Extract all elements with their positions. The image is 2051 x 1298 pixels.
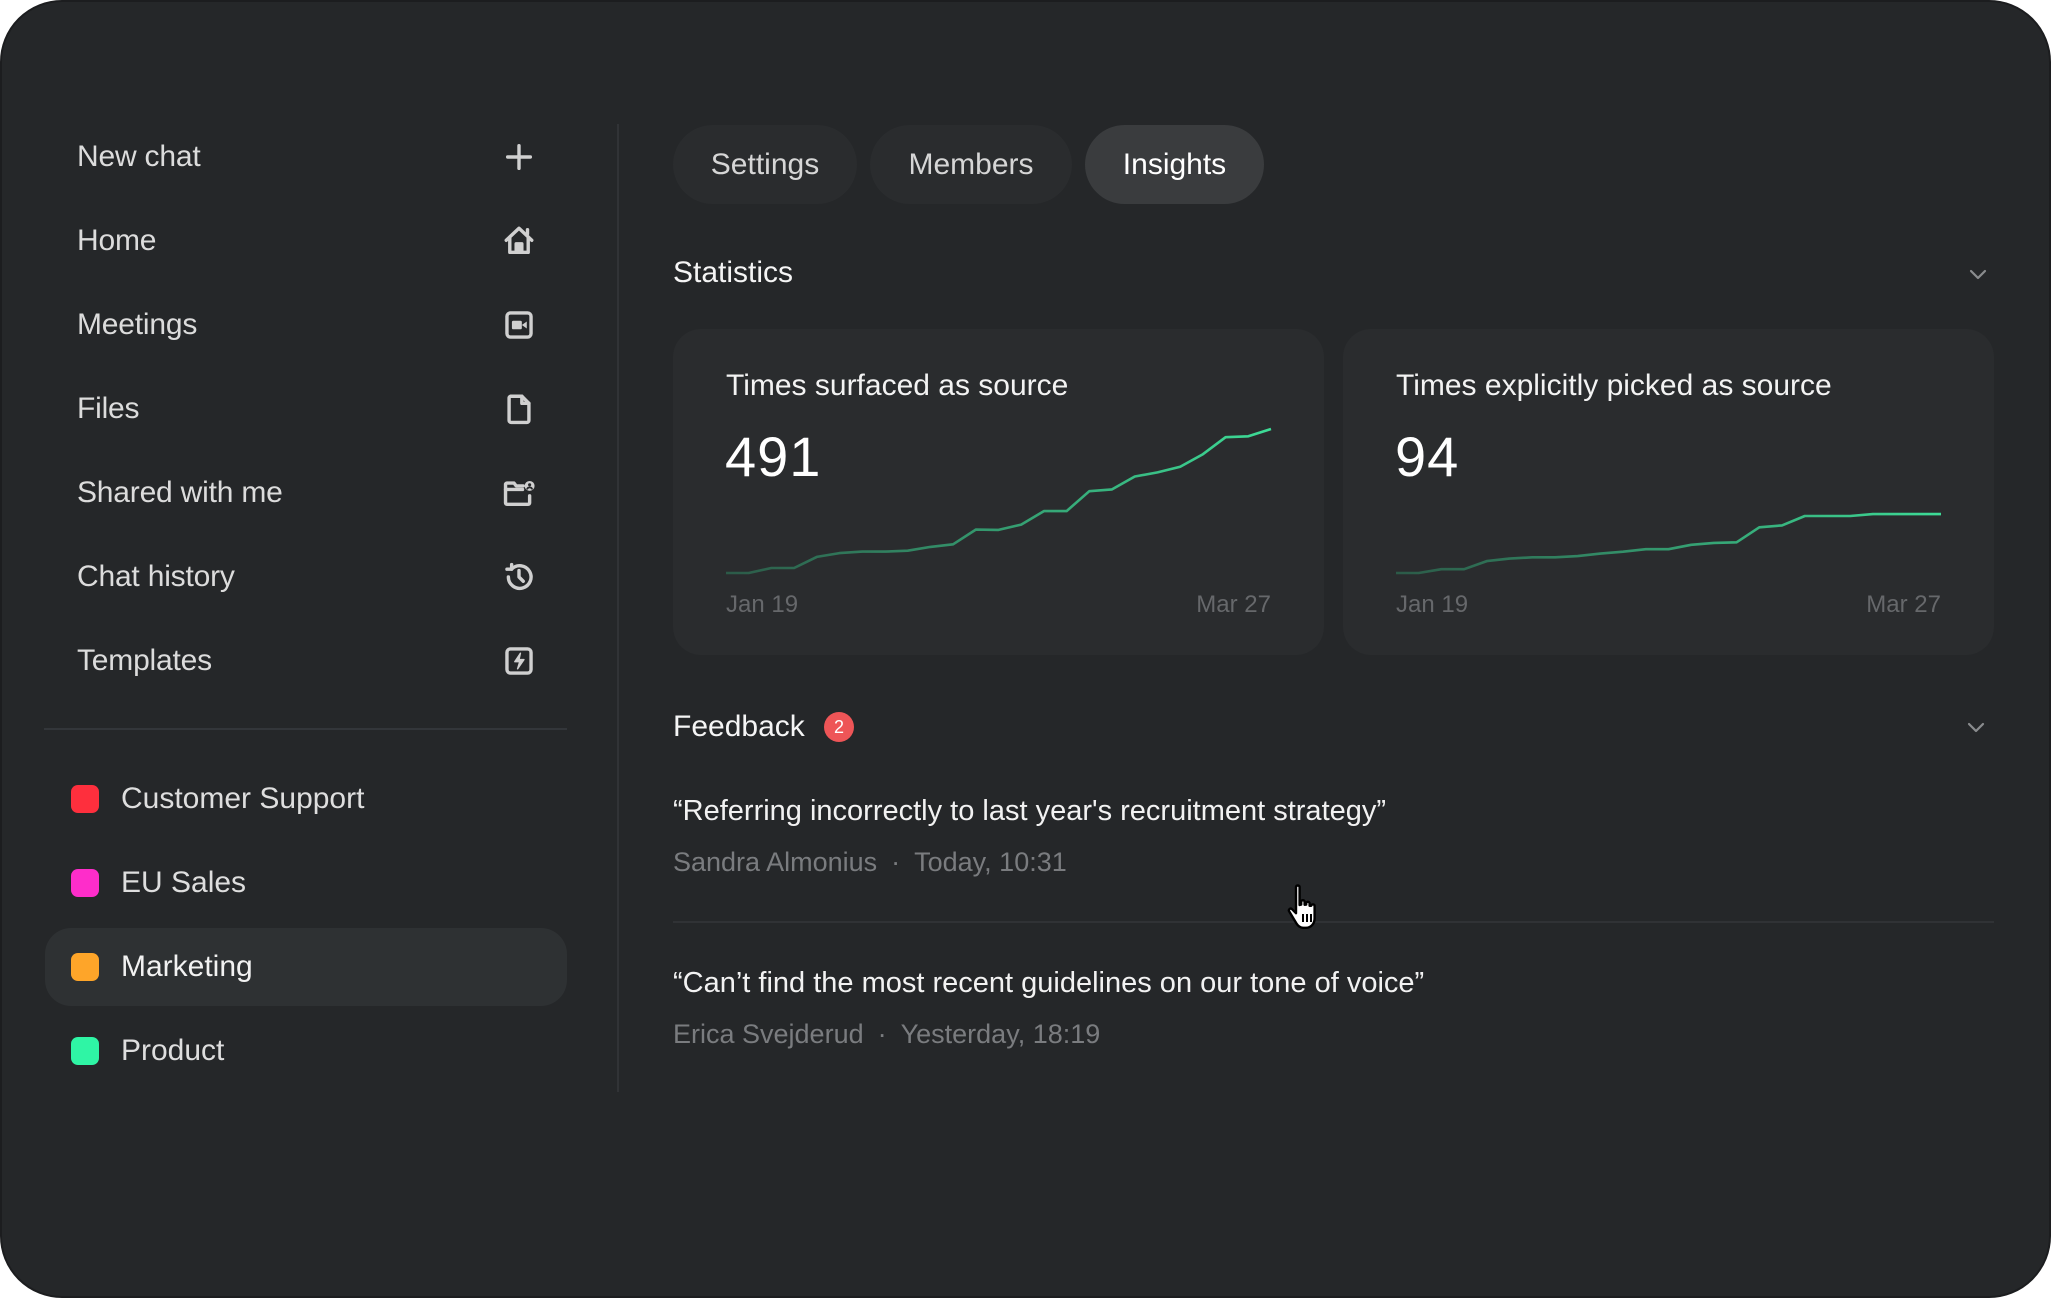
- tab-insights[interactable]: Insights: [1085, 125, 1264, 204]
- sidebar-item-templates[interactable]: Templates: [44, 622, 567, 700]
- stat-card-title: Times surfaced as source: [726, 369, 1069, 402]
- sparkline-chart: [1396, 512, 1941, 575]
- chart-end-date: Mar 27: [1196, 591, 1271, 618]
- feedback-divider: [673, 921, 1994, 923]
- video-camera-icon: [502, 308, 536, 342]
- shared-folder-icon: [502, 476, 536, 510]
- chevron-down-icon: [1969, 269, 1987, 280]
- chart-start-date: Jan 19: [726, 591, 799, 618]
- plus-icon: [502, 140, 536, 174]
- statistics-collapse-chevron[interactable]: [1967, 267, 1989, 281]
- stat-card-title: Times explicitly picked as source: [1396, 369, 1832, 402]
- sidebar-item-label: Meetings: [77, 308, 198, 341]
- project-color-dot: [71, 1037, 99, 1065]
- meta-separator: ·: [877, 1019, 887, 1049]
- tab-members[interactable]: Members: [870, 125, 1072, 204]
- feedback-collapse-chevron[interactable]: [1965, 720, 1987, 734]
- sidebar-item-shared-with-me[interactable]: Shared with me: [44, 454, 567, 532]
- feedback-quote[interactable]: “Can’t find the most recent guidelines o…: [673, 967, 1424, 1000]
- hand-pointer-cursor-icon: [1287, 884, 1316, 929]
- feedback-time: Yesterday, 18:19: [900, 1019, 1101, 1049]
- sidebar-item-label: Templates: [77, 644, 212, 677]
- sidebar-item-label: New chat: [77, 140, 201, 173]
- feedback-author: Sandra Almonius: [673, 847, 878, 877]
- feedback-author: Erica Svejderud: [673, 1019, 864, 1049]
- sparkline-chart: [726, 427, 1272, 575]
- feedback-quote[interactable]: “Referring incorrectly to last year's re…: [673, 795, 1386, 828]
- feedback-meta: Sandra Almonius · Today, 10:31: [673, 847, 1067, 878]
- project-item-eu-sales[interactable]: EU Sales: [45, 844, 567, 922]
- sidebar-divider: [44, 728, 567, 730]
- sidebar-item-new-chat[interactable]: New chat: [44, 118, 567, 196]
- lightning-template-icon: [502, 644, 536, 678]
- meta-separator: ·: [891, 847, 901, 877]
- sidebar-content-divider: [617, 124, 619, 1092]
- project-item-product[interactable]: Product: [45, 1012, 567, 1090]
- chart-end-date: Mar 27: [1866, 591, 1941, 618]
- project-color-dot: [71, 785, 99, 813]
- sidebar-item-label: Chat history: [77, 560, 235, 593]
- sidebar-item-files[interactable]: Files: [44, 370, 567, 448]
- project-item-customer-support[interactable]: Customer Support: [45, 760, 567, 838]
- feedback-time: Today, 10:31: [914, 847, 1067, 877]
- sidebar-item-label: Shared with me: [77, 476, 283, 509]
- chevron-down-icon: [1967, 722, 1985, 733]
- feedback-count-badge: 2: [824, 712, 854, 742]
- project-label: EU Sales: [121, 866, 247, 899]
- sidebar-item-label: Files: [77, 392, 140, 425]
- file-icon: [502, 392, 536, 426]
- tab-settings[interactable]: Settings: [673, 125, 857, 204]
- sparkline-series: [726, 427, 1272, 575]
- sparkline-series: [1396, 512, 1941, 575]
- home-icon: [502, 224, 536, 258]
- sidebar-item-chat-history[interactable]: Chat history: [44, 538, 567, 616]
- project-label: Product: [121, 1034, 225, 1067]
- project-item-marketing[interactable]: Marketing: [45, 928, 567, 1006]
- statistics-heading: Statistics: [673, 256, 794, 289]
- project-color-dot: [71, 953, 99, 981]
- feedback-meta: Erica Svejderud · Yesterday, 18:19: [673, 1019, 1100, 1050]
- project-color-dot: [71, 869, 99, 897]
- feedback-heading: Feedback: [673, 710, 805, 743]
- app-window: New chat Home Meetings Files Shared with…: [0, 0, 2051, 1298]
- stat-card-surfaced: Times surfaced as source 491 Jan 19 Mar …: [673, 329, 1324, 655]
- project-label: Customer Support: [121, 782, 365, 815]
- sidebar-item-meetings[interactable]: Meetings: [44, 286, 567, 364]
- history-icon: [502, 560, 536, 594]
- stat-card-picked: Times explicitly picked as source 94 Jan…: [1343, 329, 1994, 655]
- project-label: Marketing: [121, 950, 253, 983]
- chart-start-date: Jan 19: [1396, 591, 1469, 618]
- sidebar-item-home[interactable]: Home: [44, 202, 567, 280]
- sidebar-item-label: Home: [77, 224, 157, 257]
